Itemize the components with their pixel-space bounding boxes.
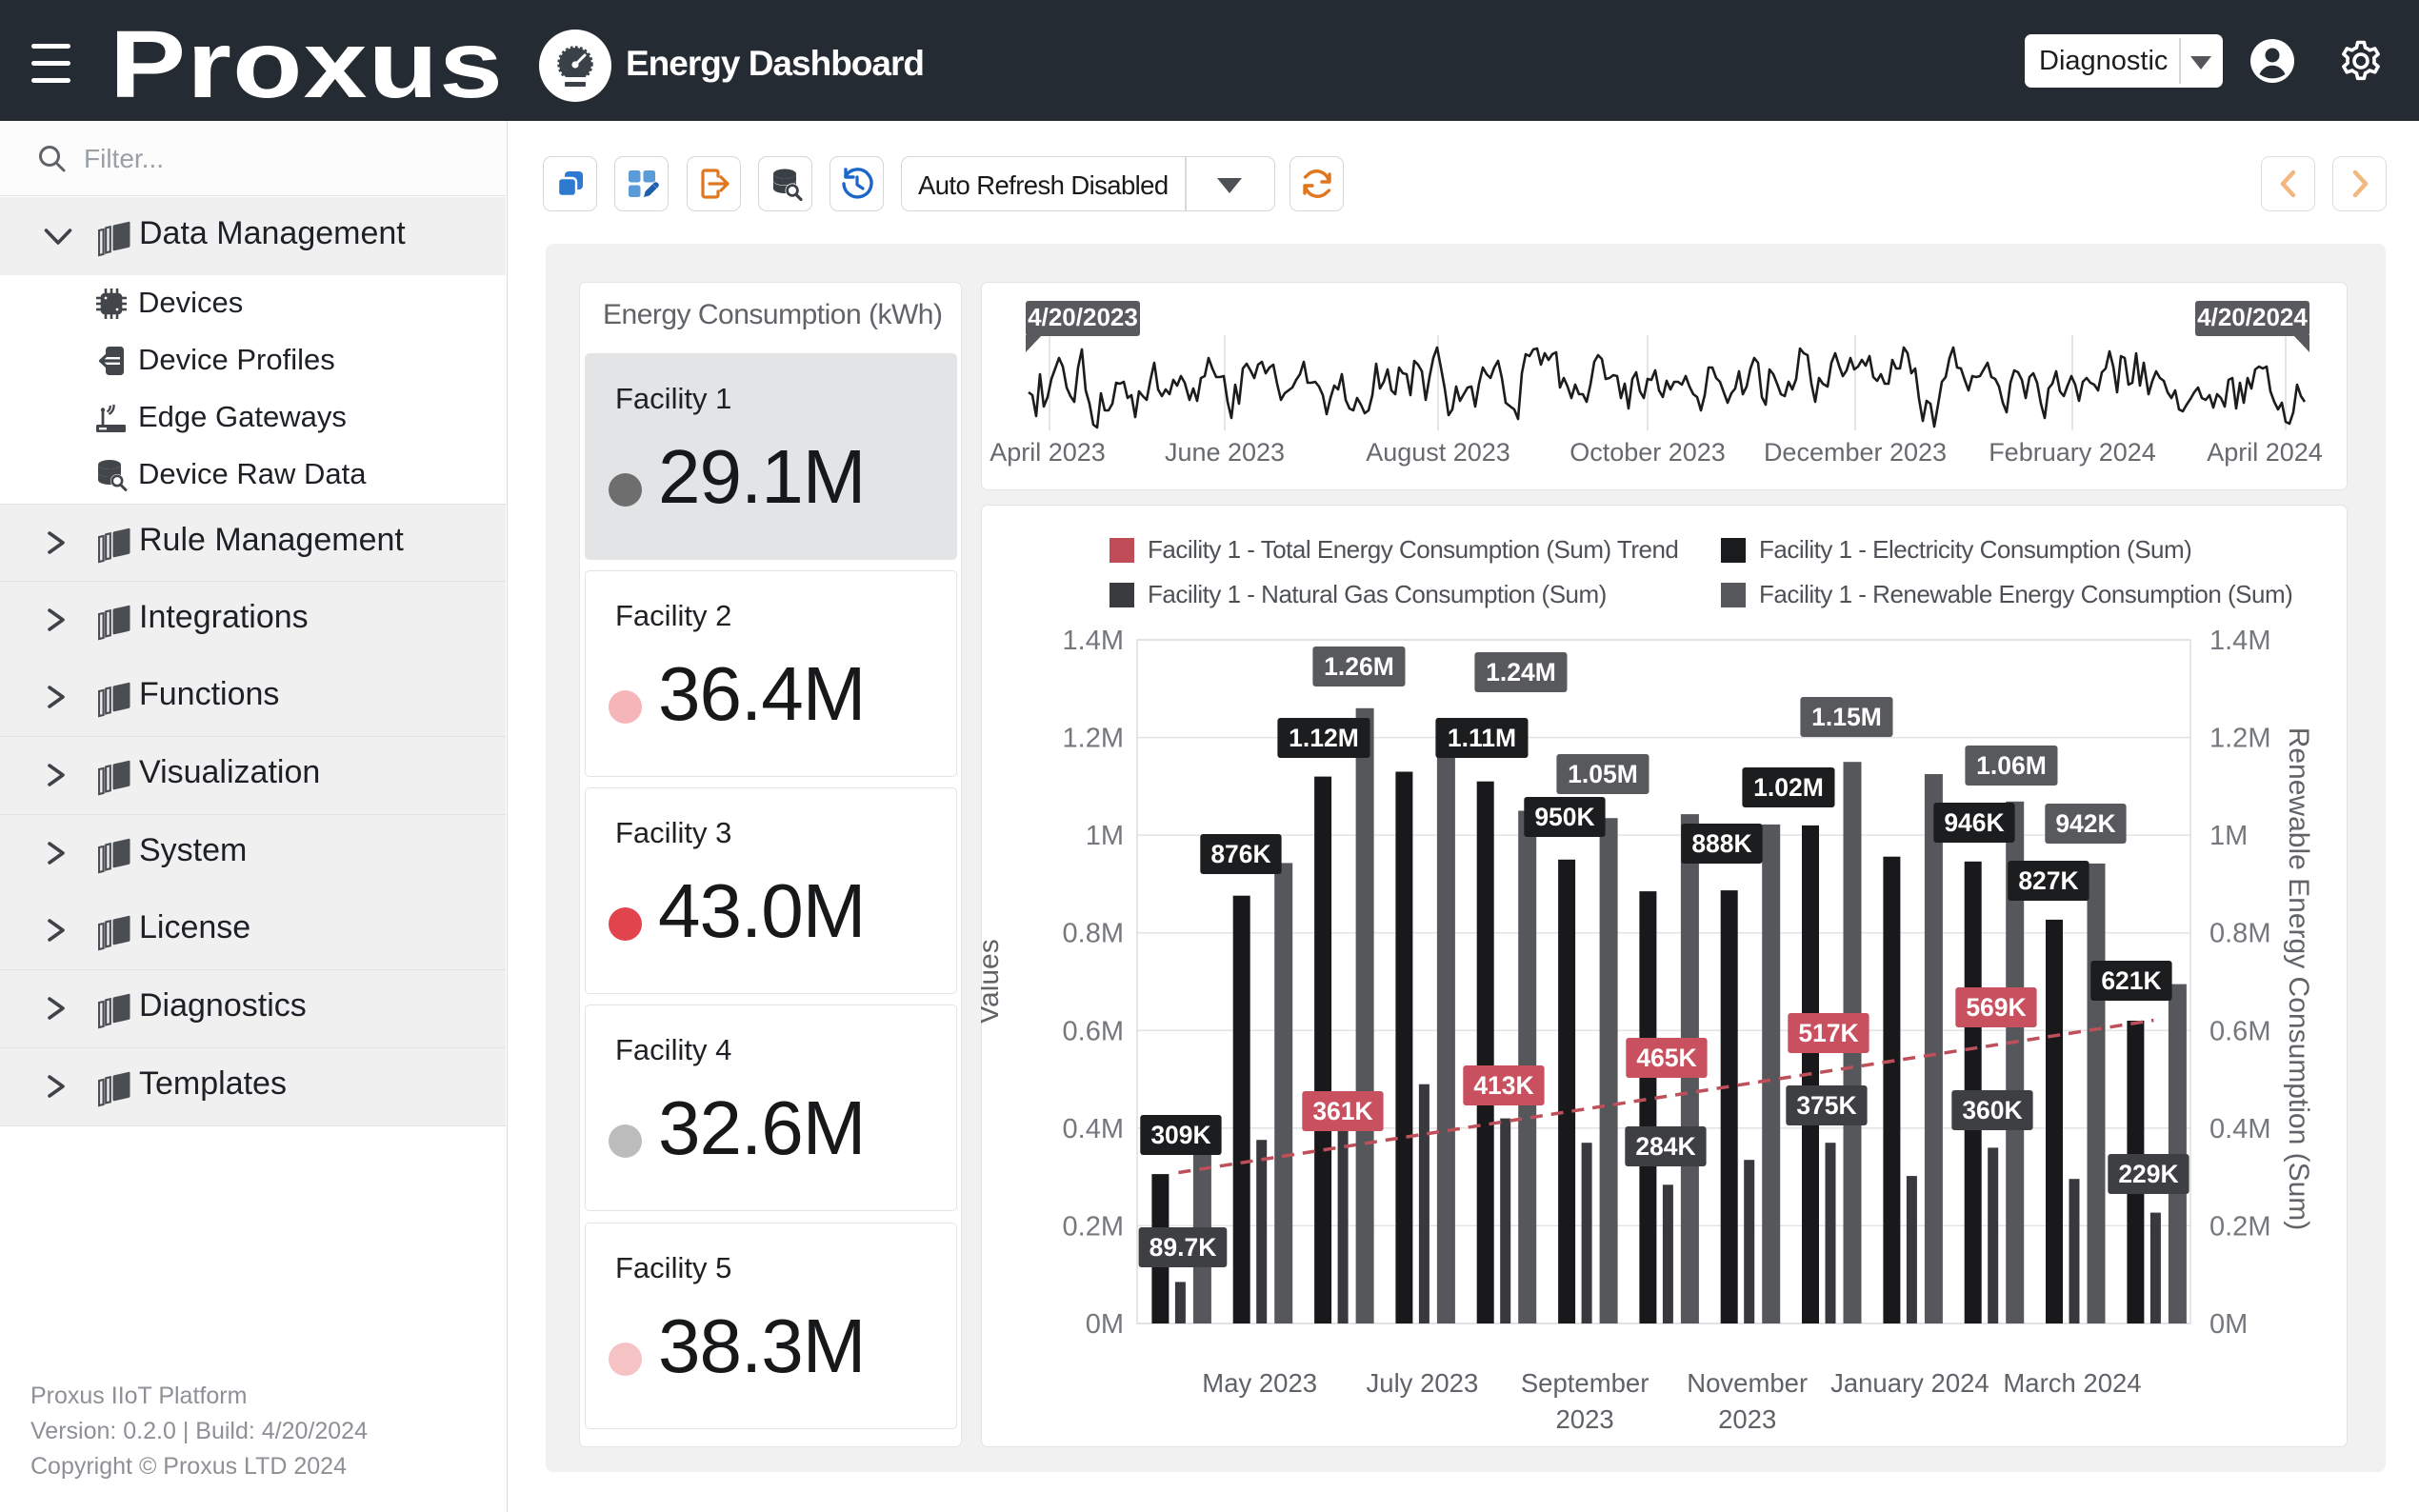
svg-text:1.02M: 1.02M [1753, 773, 1824, 802]
svg-text:4/20/2024: 4/20/2024 [2197, 303, 2308, 331]
svg-text:1.11M: 1.11M [1448, 724, 1516, 752]
svg-text:1.06M: 1.06M [1976, 751, 2047, 780]
svg-text:Facility 1 - Total Energy Cons: Facility 1 - Total Energy Consumption (S… [1148, 535, 1678, 564]
svg-text:621K: 621K [2101, 966, 2161, 995]
svg-text:0.4M: 0.4M [2209, 1114, 2270, 1144]
svg-text:4/20/2023: 4/20/2023 [1028, 303, 1138, 331]
svg-text:Facility 1 - Electricity Consu: Facility 1 - Electricity Consumption (Su… [1759, 535, 2191, 564]
svg-text:1.2M: 1.2M [1063, 724, 1124, 754]
svg-text:April 2023: April 2023 [990, 438, 1106, 467]
svg-text:February 2024: February 2024 [1989, 438, 2156, 467]
svg-text:0.6M: 0.6M [2209, 1016, 2270, 1046]
svg-text:1.4M: 1.4M [1063, 626, 1124, 656]
svg-text:2023: 2023 [1718, 1404, 1776, 1434]
svg-text:1.4M: 1.4M [2209, 626, 2270, 656]
svg-text:April 2024: April 2024 [2207, 438, 2323, 467]
svg-text:September: September [1521, 1368, 1649, 1398]
svg-text:July 2023: July 2023 [1367, 1368, 1479, 1398]
svg-text:0.8M: 0.8M [2209, 919, 2270, 949]
svg-text:375K: 375K [1796, 1091, 1856, 1120]
svg-text:888K: 888K [1691, 829, 1751, 858]
svg-text:December 2023: December 2023 [1764, 438, 1947, 467]
svg-text:June 2023: June 2023 [1165, 438, 1285, 467]
svg-text:413K: 413K [1473, 1071, 1533, 1100]
svg-text:0.8M: 0.8M [1063, 919, 1124, 949]
svg-text:0.6M: 0.6M [1063, 1016, 1124, 1046]
svg-text:2023: 2023 [1556, 1404, 1614, 1434]
svg-text:January 2024: January 2024 [1830, 1368, 1989, 1398]
svg-text:229K: 229K [2118, 1160, 2178, 1188]
svg-text:517K: 517K [1798, 1019, 1858, 1047]
svg-text:1.24M: 1.24M [1486, 658, 1556, 686]
svg-text:876K: 876K [1210, 840, 1270, 868]
svg-text:827K: 827K [2018, 866, 2078, 895]
svg-text:569K: 569K [1966, 993, 2026, 1022]
svg-text:1.12M: 1.12M [1289, 724, 1359, 752]
svg-text:89.7K: 89.7K [1150, 1233, 1217, 1262]
svg-text:0.4M: 0.4M [1063, 1114, 1124, 1144]
svg-text:1.05M: 1.05M [1568, 760, 1638, 788]
svg-text:Facility 1 - Natural Gas Consu: Facility 1 - Natural Gas Consumption (Su… [1148, 580, 1607, 608]
svg-text:October 2023: October 2023 [1569, 438, 1726, 467]
svg-text:309K: 309K [1150, 1121, 1210, 1149]
svg-text:November: November [1687, 1368, 1808, 1398]
svg-text:0.2M: 0.2M [2209, 1211, 2270, 1242]
svg-text:0M: 0M [1086, 1309, 1124, 1340]
svg-text:0M: 0M [2209, 1309, 2248, 1340]
svg-text:0.2M: 0.2M [1063, 1211, 1124, 1242]
svg-text:1M: 1M [2209, 821, 2248, 851]
svg-text:942K: 942K [2055, 809, 2115, 838]
svg-text:361K: 361K [1312, 1097, 1372, 1125]
svg-text:1M: 1M [1086, 821, 1124, 851]
svg-text:284K: 284K [1635, 1132, 1695, 1161]
svg-text:August 2023: August 2023 [1366, 438, 1510, 467]
svg-text:360K: 360K [1962, 1096, 2022, 1124]
svg-text:1.2M: 1.2M [2209, 724, 2270, 754]
svg-text:May 2023: May 2023 [1202, 1368, 1317, 1398]
svg-text:1.15M: 1.15M [1811, 703, 1882, 731]
svg-text:465K: 465K [1636, 1044, 1696, 1072]
svg-text:Facility 1 - Renewable Energy: Facility 1 - Renewable Energy Consumptio… [1759, 580, 2292, 608]
svg-text:March 2024: March 2024 [2003, 1368, 2141, 1398]
svg-text:950K: 950K [1534, 803, 1594, 831]
svg-text:Values: Values [981, 939, 1005, 1025]
svg-text:1.26M: 1.26M [1324, 652, 1394, 681]
svg-text:Renewable Energy Consumption (: Renewable Energy Consumption (Sum) [2283, 727, 2314, 1231]
svg-text:946K: 946K [1944, 808, 2004, 837]
